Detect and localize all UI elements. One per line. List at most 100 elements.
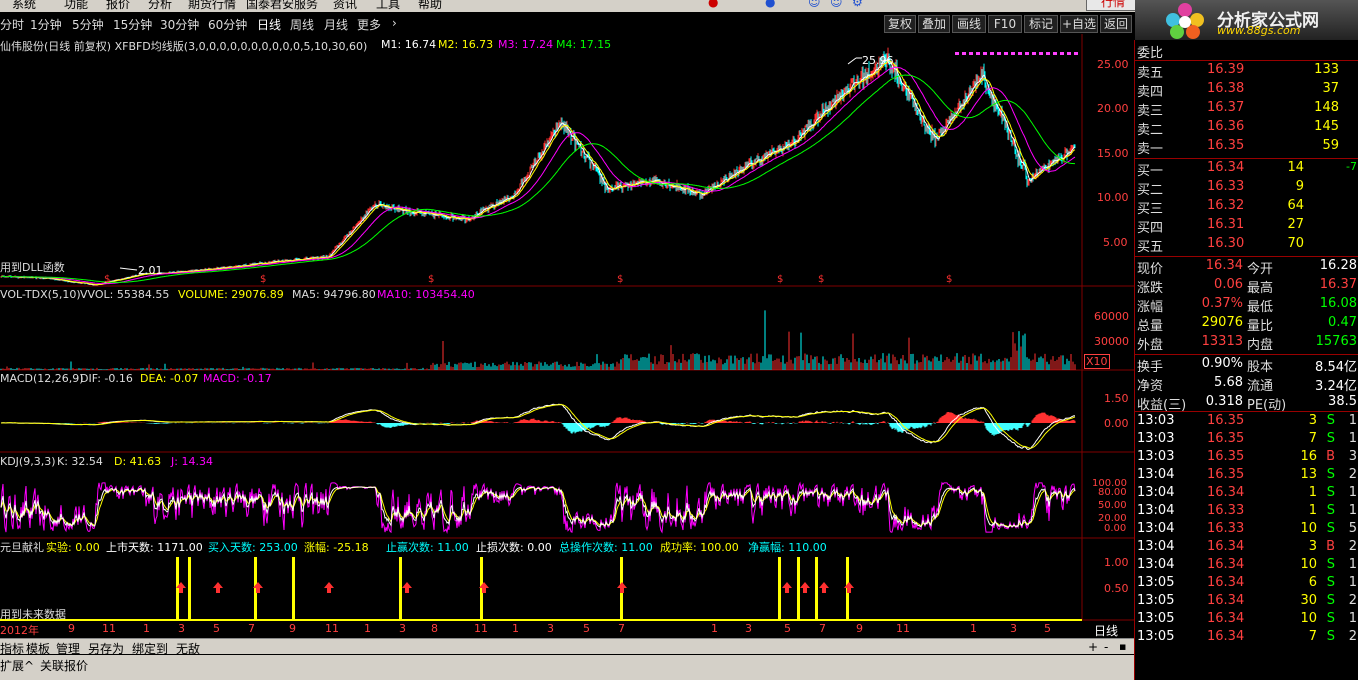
- menu-tools[interactable]: 工具: [376, 0, 400, 12]
- signal-mark: $: [104, 274, 110, 285]
- buy-label: 买三: [1137, 202, 1164, 217]
- zoom-in-button[interactable]: +: [1088, 640, 1098, 654]
- tick-volume: 7: [1308, 629, 1317, 644]
- sell-price: 16.38: [1207, 81, 1245, 96]
- kdj-axis-0: 0.00: [1104, 523, 1127, 534]
- signal-axis-05: 0.50: [1104, 582, 1129, 595]
- overlay-button[interactable]: 叠加: [918, 15, 950, 33]
- quote-label: 总量: [1137, 319, 1164, 334]
- indicator-toolbar: 指标 模板 管理 另存为 绑定到 无敌: [0, 638, 1135, 656]
- sell-row: 卖三 16.37 148: [1135, 100, 1358, 119]
- top-marker: [1067, 52, 1071, 55]
- tick-side: S: [1326, 611, 1335, 626]
- period-timeshare[interactable]: 分时: [0, 16, 24, 33]
- signal-bar: [778, 557, 781, 620]
- buy-arrow-icon: [324, 582, 334, 593]
- top-marker: [997, 52, 1001, 55]
- tick-time: 13:05: [1137, 593, 1175, 608]
- quote-value-2: 16.08: [1319, 296, 1357, 311]
- vol-title: VOL-TDX(5,10): [0, 288, 81, 301]
- period-30min[interactable]: 30分钟: [160, 16, 199, 33]
- tick-time: 13:04: [1137, 539, 1175, 554]
- menu-system[interactable]: 系统: [12, 0, 36, 12]
- tick-side: S: [1326, 467, 1335, 482]
- tick-count: 2: [1348, 539, 1357, 554]
- period-1min[interactable]: 1分钟: [30, 16, 62, 33]
- related-quote-button[interactable]: 关联报价: [40, 657, 88, 674]
- quote-value-2: 16.37: [1319, 277, 1357, 292]
- sell-label: 卖三: [1137, 104, 1164, 119]
- menu-gtja[interactable]: 国泰君安服务: [246, 0, 318, 12]
- sell-label: 卖五: [1137, 66, 1164, 81]
- period-monthly[interactable]: 月线: [324, 16, 348, 33]
- expand-icon[interactable]: ▪: [1119, 640, 1126, 653]
- zoom-out-button[interactable]: -: [1104, 640, 1108, 654]
- price-axis-15: 15.00: [1097, 147, 1129, 160]
- tick-time: 13:03: [1137, 413, 1175, 428]
- back-button[interactable]: 返回: [1100, 15, 1132, 33]
- sell-price: 16.35: [1207, 138, 1245, 153]
- add-favorite-button[interactable]: +自选: [1060, 15, 1098, 33]
- x-axis-label: 11: [896, 622, 910, 635]
- tick-count: 1: [1348, 575, 1357, 590]
- quote-label-2: 最高: [1247, 281, 1274, 296]
- buy-arrow-icon: [800, 582, 810, 593]
- period-daily[interactable]: 日线: [257, 16, 281, 33]
- tick-price: 16.33: [1207, 503, 1245, 518]
- buy-change: -7: [1346, 160, 1357, 173]
- signal-bar: [176, 557, 179, 620]
- vol-ma5: MA5: 94796.80: [292, 288, 376, 301]
- period-weekly[interactable]: 周线: [290, 16, 314, 33]
- x-axis-label: 3: [178, 622, 185, 635]
- top-marker: [990, 52, 994, 55]
- gear-icon[interactable]: ⚙: [852, 0, 863, 9]
- macd-value: MACD: -0.17: [203, 372, 272, 385]
- tick-count: 1: [1348, 485, 1357, 500]
- menu-news[interactable]: 资讯: [333, 0, 357, 12]
- period-more[interactable]: 更多: [357, 16, 381, 33]
- buy-volume: 64: [1287, 198, 1304, 213]
- shield-icon[interactable]: ●: [765, 0, 775, 9]
- buy-label: 买二: [1137, 183, 1164, 198]
- expand-panel-button[interactable]: 扩展^: [0, 657, 34, 674]
- price-axis-5: 5.00: [1103, 236, 1128, 249]
- ma-m3: M3: 17.24: [498, 38, 554, 51]
- top-marker: [1074, 52, 1078, 55]
- tick-volume: 1: [1308, 485, 1317, 500]
- menu-quote[interactable]: 报价: [106, 0, 130, 12]
- vol-ma10: MA10: 103454.40: [377, 288, 475, 301]
- quote-row: 涨跌 0.06 最高 16.37: [1135, 277, 1358, 296]
- adjust-button[interactable]: 复权: [884, 15, 916, 33]
- period-15min[interactable]: 15分钟: [113, 16, 152, 33]
- menu-function[interactable]: 功能: [64, 0, 88, 12]
- signal-net: 净赢幅: 110.00: [748, 541, 827, 554]
- quote-row: 外盘 13313 内盘 15763: [1135, 334, 1358, 353]
- kdj-d: D: 41.63: [114, 455, 162, 468]
- mark-button[interactable]: 标记: [1024, 15, 1058, 33]
- tick-side: S: [1326, 593, 1335, 608]
- buy-price: 16.34: [1207, 160, 1245, 175]
- quote-mode-button[interactable]: 行情: [1086, 0, 1140, 11]
- chevron-right-icon[interactable]: ›: [392, 16, 397, 30]
- f10-button[interactable]: F10: [988, 15, 1022, 33]
- sell-volume: 59: [1322, 138, 1339, 153]
- sell-label: 卖一: [1137, 142, 1164, 157]
- tick-price: 16.33: [1207, 521, 1245, 536]
- menu-help[interactable]: 帮助: [418, 0, 442, 12]
- period-5min[interactable]: 5分钟: [72, 16, 104, 33]
- menu-futures[interactable]: 期货行情: [188, 0, 236, 12]
- low-price-label: 2.01: [138, 264, 163, 277]
- tick-volume: 30: [1300, 593, 1317, 608]
- period-60min[interactable]: 60分钟: [208, 16, 247, 33]
- signal-bar: [797, 557, 800, 620]
- trade-icon[interactable]: ●: [708, 0, 718, 9]
- tick-row: 13:05 16.34 6 S 1: [1135, 575, 1358, 593]
- draw-line-button[interactable]: 画线: [952, 15, 986, 33]
- dll-notice: 用到DLL函数: [0, 261, 65, 274]
- smile-icon-2[interactable]: ☺: [830, 0, 843, 9]
- tick-side: S: [1326, 431, 1335, 446]
- top-marker: [1004, 52, 1008, 55]
- order-ratio-label: 委比: [1137, 46, 1164, 61]
- smile-icon[interactable]: ☺: [808, 0, 821, 9]
- menu-analysis[interactable]: 分析: [148, 0, 172, 12]
